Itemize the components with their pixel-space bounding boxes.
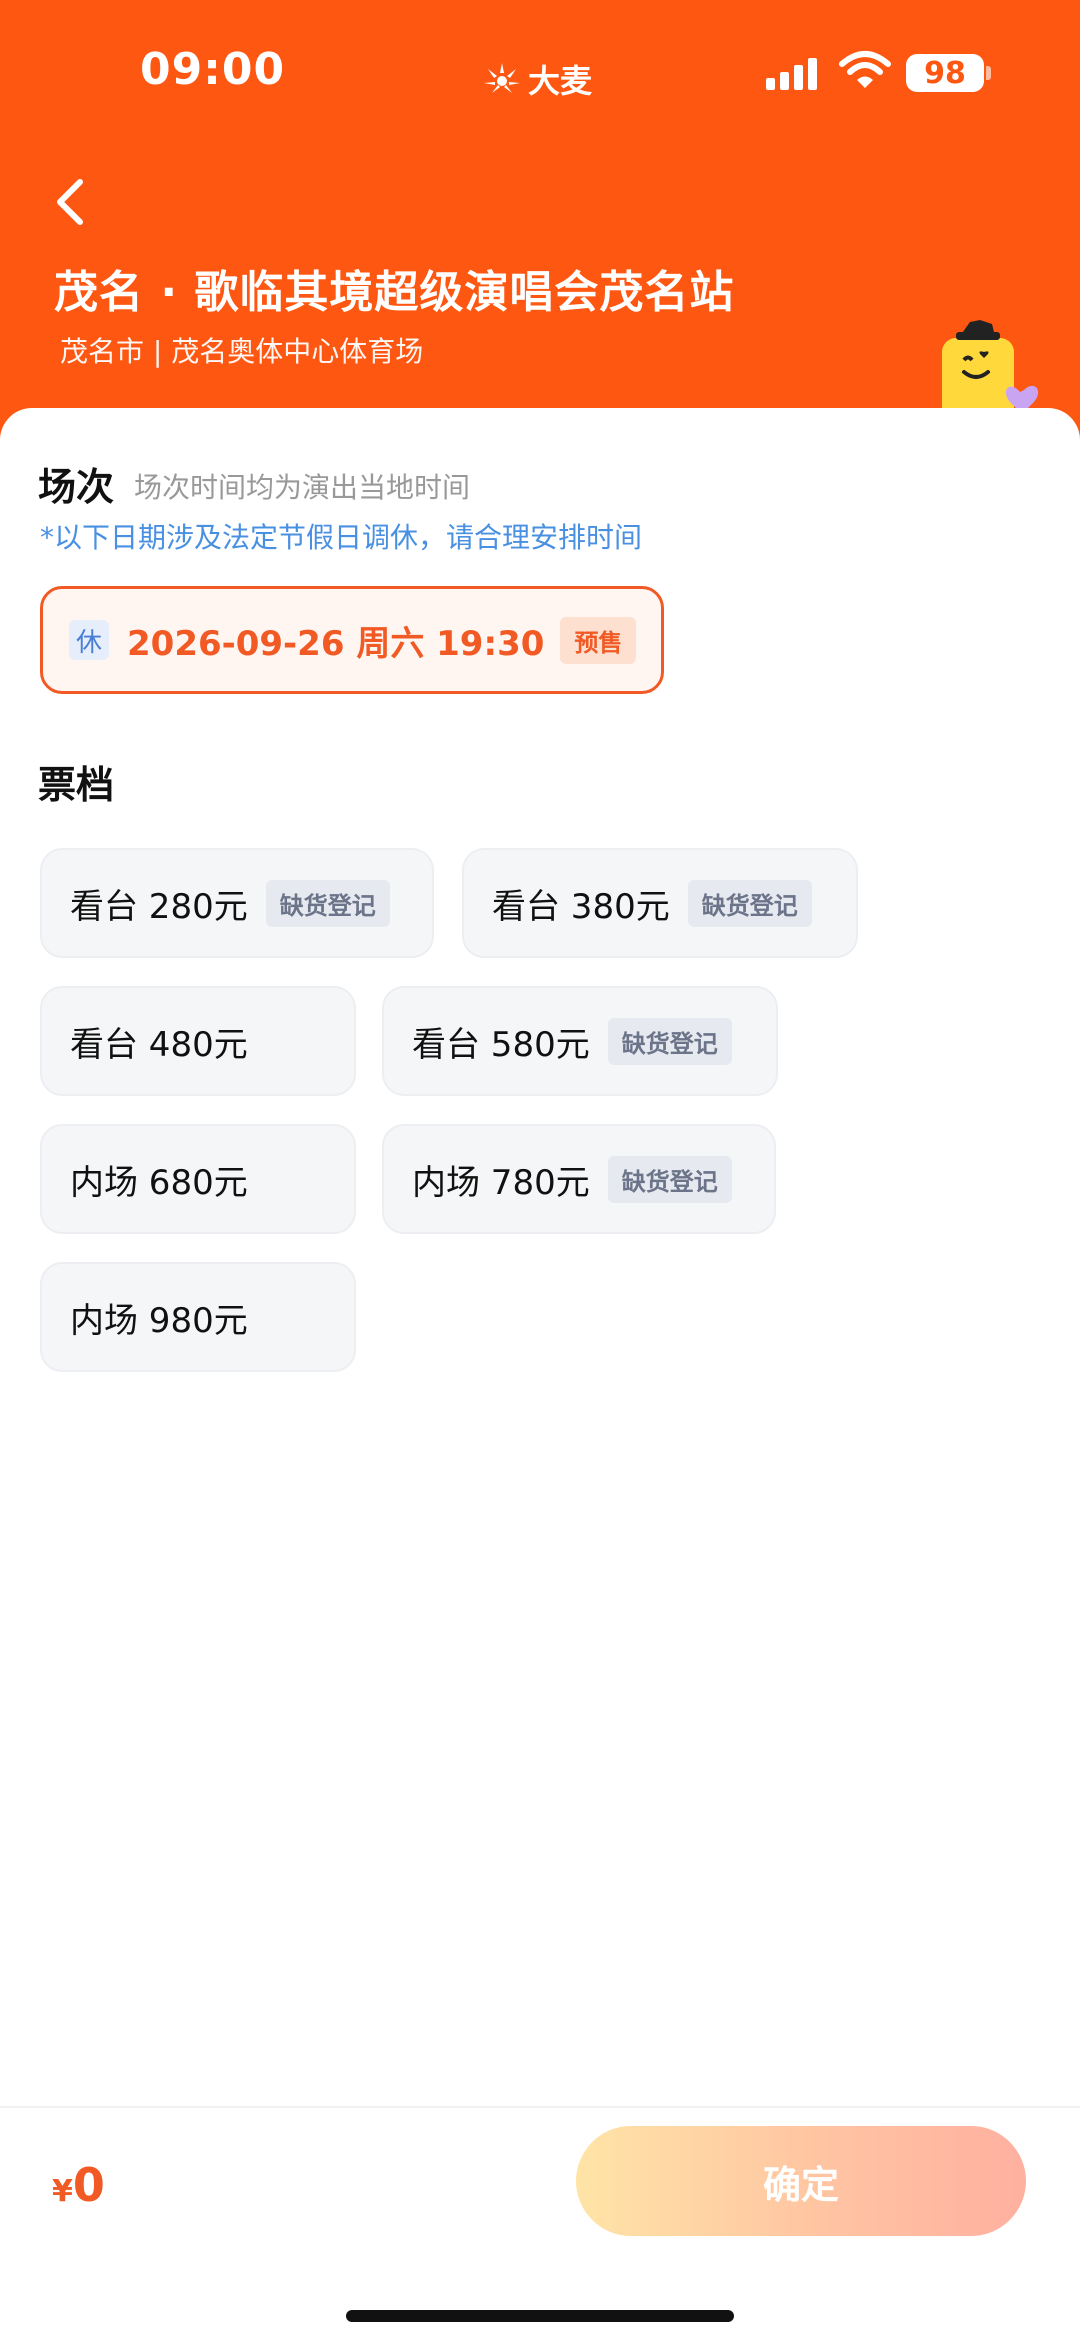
- total-price: ¥0: [52, 2158, 105, 2212]
- session-option[interactable]: 休 2026-09-26 周六 19:30 预售: [40, 586, 664, 694]
- event-title: 茂名 · 歌临其境超级演唱会茂名站: [54, 267, 735, 318]
- ticket-tier[interactable]: 内场 780元 缺货登记: [382, 1124, 776, 1234]
- status-time: 09:00: [140, 44, 286, 95]
- soldout-badge: 缺货登记: [607, 1017, 732, 1065]
- tier-label: 看台 480元: [70, 1024, 248, 1065]
- tier-label: 看台 580元: [412, 1024, 590, 1065]
- damai-logo-icon: [484, 63, 520, 93]
- presale-badge: 预售: [560, 616, 637, 664]
- price-value: 0: [72, 2158, 105, 2212]
- tickets-section-title: 票档: [38, 763, 115, 807]
- back-icon[interactable]: [50, 176, 90, 228]
- status-bar: 09:00 大麦 98: [0, 0, 1080, 150]
- ticket-tier[interactable]: 看台 580元 缺货登记: [382, 986, 778, 1096]
- event-venue: 茂名市 | 茂名奥体中心体育场: [60, 335, 424, 368]
- footer-divider: [0, 2106, 1080, 2108]
- ticket-tier[interactable]: 内场 680元: [40, 1124, 356, 1234]
- brand-name: 大麦: [528, 62, 593, 100]
- wifi-icon: [839, 51, 891, 88]
- home-indicator[interactable]: [346, 2310, 734, 2322]
- ticket-tier[interactable]: 内场 980元: [40, 1262, 356, 1372]
- tier-label: 看台 280元: [70, 886, 248, 927]
- soldout-badge: 缺货登记: [265, 879, 390, 927]
- soldout-badge: 缺货登记: [607, 1155, 732, 1203]
- session-section-title: 场次: [38, 465, 115, 509]
- holiday-note: *以下日期涉及法定节假日调休，请合理安排时间: [40, 521, 643, 554]
- soldout-badge: 缺货登记: [687, 879, 812, 927]
- tier-label: 内场 780元: [412, 1162, 590, 1203]
- session-note: 场次时间均为演出当地时间: [134, 471, 471, 504]
- ticket-tier[interactable]: 看台 480元: [40, 986, 356, 1096]
- rest-day-tag: 休: [69, 620, 109, 660]
- tier-label: 内场 680元: [70, 1162, 248, 1203]
- tier-label: 内场 980元: [70, 1300, 248, 1341]
- session-datetime: 2026-09-26 周六 19:30: [127, 623, 545, 664]
- signal-icon: [766, 56, 817, 90]
- content-sheet: [0, 408, 1080, 2341]
- brand: 大麦: [482, 56, 592, 102]
- battery-icon: 98: [906, 54, 984, 92]
- ticket-tier[interactable]: 看台 380元 缺货登记: [462, 848, 858, 958]
- battery-tip: [986, 66, 991, 80]
- ticket-tier[interactable]: 看台 280元 缺货登记: [40, 848, 434, 958]
- header: 09:00 大麦 98 茂名 · 歌临其境超级演唱会茂名站 茂名市 | 茂名奥体…: [0, 0, 1080, 440]
- currency-symbol: ¥: [52, 2174, 73, 2209]
- confirm-button[interactable]: 确定: [576, 2126, 1026, 2236]
- tier-label: 看台 380元: [492, 886, 670, 927]
